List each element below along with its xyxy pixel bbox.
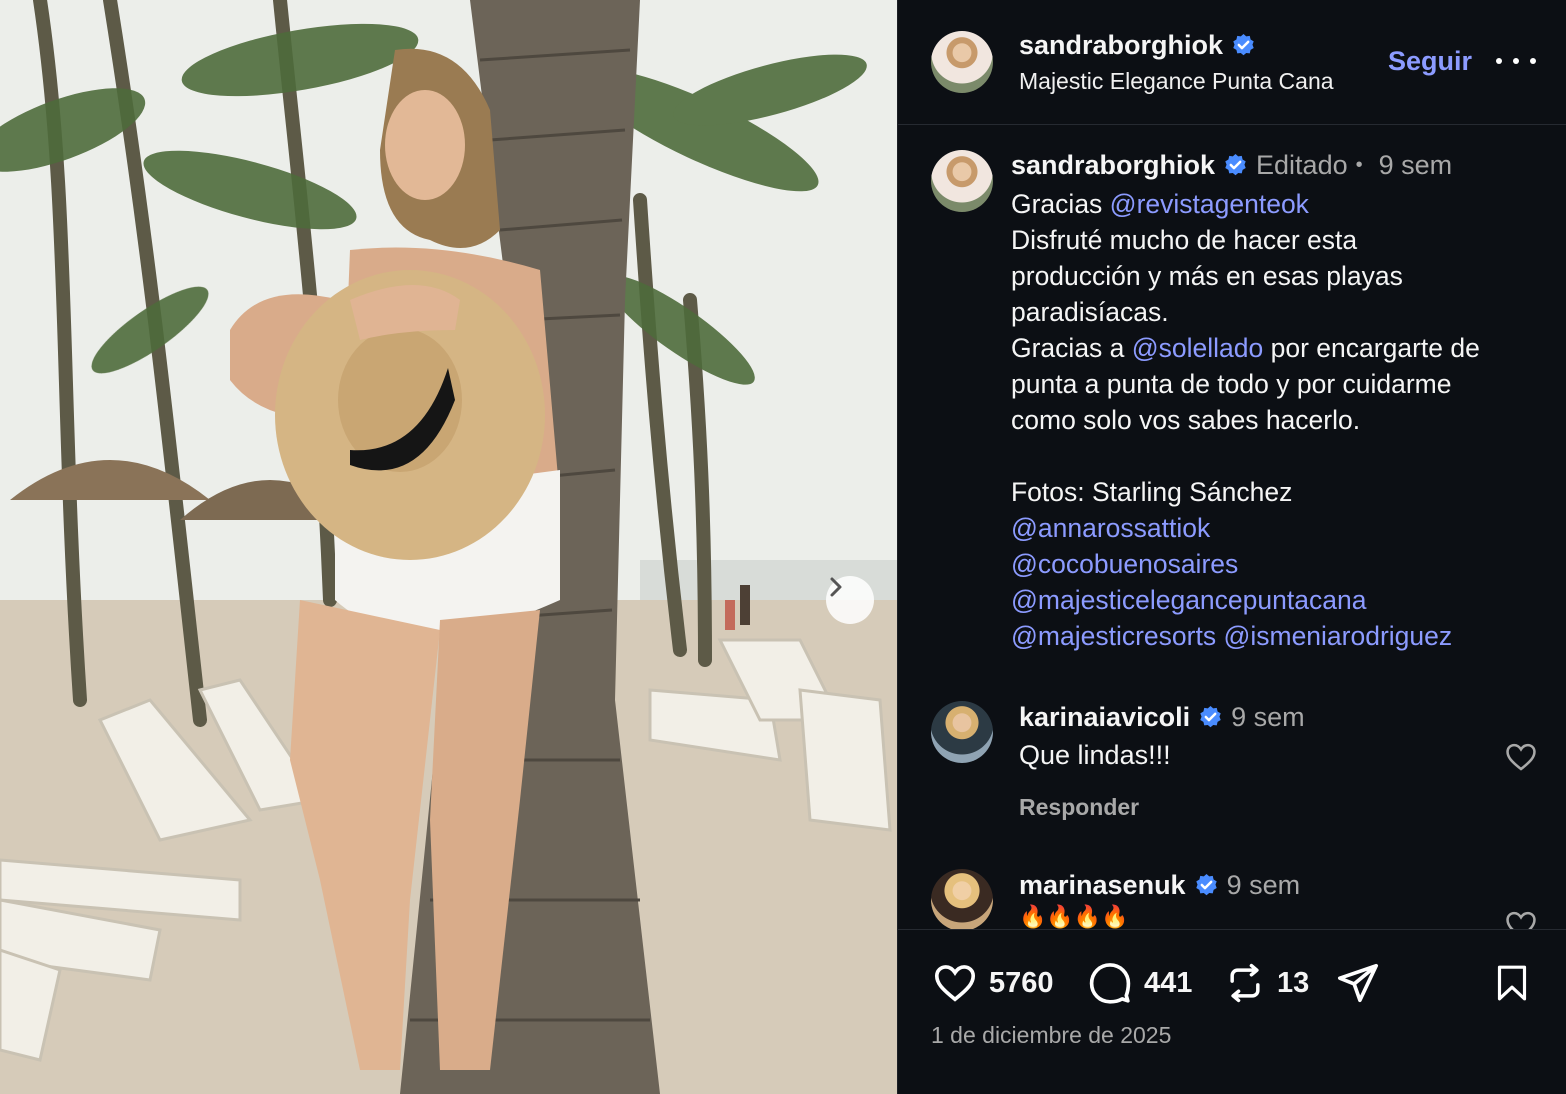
caption-line: Fotos: Starling Sánchez bbox=[1011, 474, 1551, 510]
edited-label: Editado bbox=[1256, 150, 1348, 180]
bookmark-icon bbox=[1497, 965, 1527, 1001]
post-details-panel: sandraborghiok Majestic Elegance Punta C… bbox=[897, 0, 1566, 1094]
caption-line: Disfruté mucho de hacer esta bbox=[1011, 222, 1551, 258]
comment-bubble-icon bbox=[1089, 963, 1131, 1004]
mention-link[interactable]: @revistagenteok bbox=[1110, 189, 1309, 219]
caption-text: paradisíacas. bbox=[1011, 297, 1169, 327]
follow-button[interactable]: Seguir bbox=[1388, 46, 1472, 77]
caption-header: sandraborghiok Editado • 9 sem bbox=[1011, 150, 1452, 181]
mention-link[interactable]: @annarossattiok bbox=[1011, 513, 1210, 543]
comment-like-heart-icon[interactable] bbox=[1504, 908, 1538, 930]
verified-badge-icon bbox=[1225, 154, 1246, 176]
verified-badge-icon bbox=[1233, 34, 1254, 56]
verified-badge-icon bbox=[1195, 874, 1217, 896]
caption-author-username[interactable]: sandraborghiok bbox=[1011, 150, 1215, 181]
meta-separator: • bbox=[1355, 154, 1363, 176]
caption-text: Gracias a bbox=[1011, 333, 1132, 363]
post-header: sandraborghiok Majestic Elegance Punta C… bbox=[898, 0, 1566, 125]
paper-plane-icon bbox=[1337, 963, 1379, 1003]
comment-username[interactable]: karinaiavicoli bbox=[1019, 702, 1190, 733]
caption-author-avatar[interactable] bbox=[931, 150, 993, 212]
author-username[interactable]: sandraborghiok bbox=[1019, 30, 1223, 61]
caption-line: paradisíacas. bbox=[1011, 294, 1551, 330]
comment-text: Que lindas!!! bbox=[1019, 740, 1171, 770]
caption-line: punta a punta de todo y por cuidarme bbox=[1011, 366, 1551, 402]
caption-text: Fotos: Starling Sánchez bbox=[1011, 477, 1293, 507]
author-avatar[interactable] bbox=[931, 31, 993, 93]
comments-list: karinaiavicoli 9 sem Que lindas!!! Respo… bbox=[898, 690, 1566, 930]
caption-line: Gracias @revistagenteok bbox=[1011, 186, 1551, 222]
caption-line: @majesticresorts @ismeniarodriguez bbox=[1011, 618, 1551, 654]
comment-avatar[interactable] bbox=[931, 701, 993, 763]
mention-link[interactable]: @solellado bbox=[1132, 333, 1264, 363]
post-caption: Gracias @revistagenteok Disfruté mucho de… bbox=[1011, 186, 1551, 654]
comment-like-heart-icon[interactable] bbox=[1504, 740, 1538, 774]
caption-text: Gracias bbox=[1011, 189, 1110, 219]
mention-link[interactable]: @majesticresorts bbox=[1011, 621, 1216, 651]
caption-text: por encargarte de bbox=[1263, 333, 1480, 363]
save-button[interactable] bbox=[1492, 960, 1532, 1006]
more-options-icon[interactable] bbox=[1496, 46, 1536, 76]
verified-badge-icon bbox=[1200, 706, 1221, 728]
caption-line: @cocobuenosaires bbox=[1011, 546, 1551, 582]
like-button[interactable]: 5760 bbox=[931, 960, 1054, 1006]
caption-line: Gracias a @solellado por encargarte de bbox=[1011, 330, 1551, 366]
comment-text: 🔥🔥🔥🔥 bbox=[1019, 904, 1129, 929]
post-actions-bar: 5760 441 13 1 de diciembre de 2025 bbox=[898, 929, 1566, 1094]
post-media[interactable] bbox=[0, 0, 897, 1094]
mention-link[interactable]: @ismeniarodriguez bbox=[1223, 621, 1452, 651]
caption-text: como solo vos sabes hacerlo. bbox=[1011, 405, 1361, 435]
repost-count: 13 bbox=[1277, 966, 1310, 999]
like-count: 5760 bbox=[989, 966, 1054, 999]
post-location[interactable]: Majestic Elegance Punta Cana bbox=[1019, 68, 1334, 95]
comment-count: 441 bbox=[1144, 966, 1193, 999]
caption-line bbox=[1011, 438, 1551, 474]
next-media-button[interactable] bbox=[826, 576, 874, 624]
post-age[interactable]: 9 sem bbox=[1379, 150, 1453, 181]
share-button[interactable] bbox=[1335, 960, 1381, 1006]
author-username-row[interactable]: sandraborghiok bbox=[1019, 30, 1256, 61]
post-date[interactable]: 1 de diciembre de 2025 bbox=[931, 1022, 1171, 1049]
mention-link[interactable]: @cocobuenosaires bbox=[1011, 549, 1238, 579]
chevron-right-icon bbox=[830, 577, 842, 597]
caption-line: @majesticelegancepuntacana bbox=[1011, 582, 1551, 618]
comment-age[interactable]: 9 sem bbox=[1227, 870, 1301, 901]
caption-line: @annarossattiok bbox=[1011, 510, 1551, 546]
comment-header: marinasenuk 9 sem bbox=[1019, 870, 1300, 901]
comment-age[interactable]: 9 sem bbox=[1231, 702, 1305, 733]
comment-username[interactable]: marinasenuk bbox=[1019, 870, 1186, 901]
caption-text: punta a punta de todo y por cuidarme bbox=[1011, 369, 1452, 399]
repost-icon bbox=[1230, 963, 1260, 1003]
repost-button[interactable]: 13 bbox=[1223, 960, 1309, 1006]
mention-link[interactable]: @majesticelegancepuntacana bbox=[1011, 585, 1366, 615]
comment-button[interactable]: 441 bbox=[1086, 960, 1192, 1006]
reply-button[interactable]: Responder bbox=[1019, 794, 1139, 821]
post-photo bbox=[0, 0, 897, 1094]
caption-text: producción y más en esas playas bbox=[1011, 261, 1403, 291]
comment-header: karinaiavicoli 9 sem bbox=[1019, 702, 1305, 733]
comment-avatar[interactable] bbox=[931, 869, 993, 930]
caption-line: producción y más en esas playas bbox=[1011, 258, 1551, 294]
heart-icon bbox=[934, 965, 976, 1002]
caption-text: Disfruté mucho de hacer esta bbox=[1011, 225, 1358, 255]
caption-line: como solo vos sabes hacerlo. bbox=[1011, 402, 1551, 438]
